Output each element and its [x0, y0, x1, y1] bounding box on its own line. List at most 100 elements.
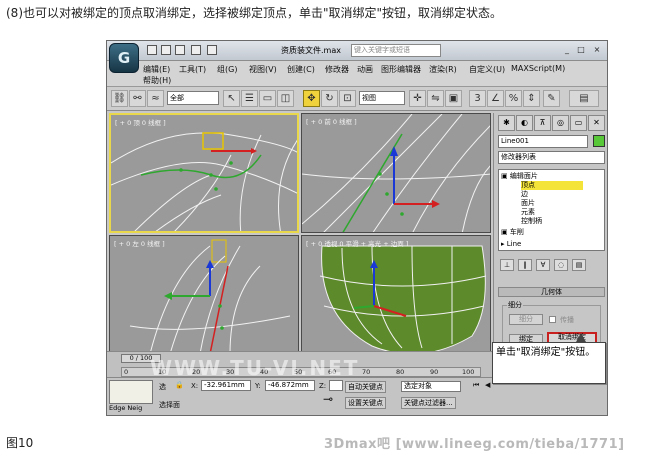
- open-file-icon[interactable]: [161, 45, 171, 55]
- viewport-perspective-label[interactable]: [ + 0 透视 0 平滑 + 高光 + 边面 ]: [306, 238, 408, 248]
- rect-select-icon[interactable]: ▭: [259, 90, 276, 107]
- menu-group[interactable]: 组(G): [217, 64, 237, 75]
- motion-tab-icon[interactable]: ◎: [552, 115, 569, 131]
- viewport-top[interactable]: [ + 0 顶 0 线框 ]: [109, 113, 299, 233]
- pin-stack-icon[interactable]: ⊥: [500, 259, 514, 271]
- stack-item-edit-patch[interactable]: ▣ 编辑面片: [501, 172, 538, 181]
- prev-frame-icon[interactable]: ◀: [485, 381, 490, 389]
- selection-filter-dropdown[interactable]: 全部: [167, 91, 219, 105]
- new-file-icon[interactable]: [147, 45, 157, 55]
- menu-tools[interactable]: 工具(T): [179, 64, 206, 75]
- key-filters-button[interactable]: 关键点过滤器...: [401, 397, 456, 409]
- menu-bar: 编辑(E) 工具(T) 组(G) 视图(V) 创建(C) 修改器 动画 图形编辑…: [107, 61, 607, 87]
- menu-create[interactable]: 创建(C): [287, 64, 315, 75]
- configure-sets-icon[interactable]: ▤: [572, 259, 586, 271]
- modify-tab-icon[interactable]: ◐: [516, 115, 533, 131]
- viewport-left-label[interactable]: [ + 0 左 0 线框 ]: [114, 238, 165, 248]
- viewport-front-label[interactable]: [ + 0 前 0 线框 ]: [306, 116, 357, 126]
- menu-rendering[interactable]: 渲染(R): [429, 64, 457, 75]
- stack-item-vertex[interactable]: 顶点: [521, 181, 583, 190]
- viewport-left[interactable]: [ + 0 左 0 线框 ]: [109, 235, 299, 353]
- select-icon[interactable]: ↖: [223, 90, 240, 107]
- reference-coord-dropdown[interactable]: 视图: [359, 91, 405, 105]
- menu-edit[interactable]: 编辑(E): [143, 64, 170, 75]
- menu-customize[interactable]: 自定义(U): [469, 64, 505, 75]
- object-name-field[interactable]: Line001: [498, 135, 588, 148]
- subdivide-group-label: 细分: [507, 300, 523, 310]
- geometry-rollout[interactable]: 几何体: [498, 287, 605, 297]
- create-tab-icon[interactable]: ✱: [498, 115, 515, 131]
- maxscript-label: Edge Neig: [109, 404, 143, 412]
- redo-icon[interactable]: [207, 45, 217, 55]
- modifier-list-dropdown[interactable]: 修改器列表: [498, 151, 605, 164]
- subdivide-button[interactable]: 细分: [509, 314, 543, 325]
- instruction-callout: 单击"取消绑定"按钮。: [492, 342, 606, 384]
- utilities-tab-icon[interactable]: ✕: [588, 115, 605, 131]
- set-key-button[interactable]: 设置关键点: [345, 397, 386, 409]
- pivot-icon[interactable]: ✛: [409, 90, 426, 107]
- unlink-icon[interactable]: ⚯: [129, 90, 146, 107]
- menu-views[interactable]: 视图(V): [249, 64, 277, 75]
- stack-item-patch[interactable]: 面片: [521, 199, 535, 208]
- viewport-front-wireframe: [302, 114, 490, 232]
- bind-space-warp-icon[interactable]: ≈: [147, 90, 164, 107]
- viewport-left-wireframe: [129, 239, 291, 352]
- menu-help[interactable]: 帮助(H): [143, 75, 171, 86]
- angle-snap-icon[interactable]: ∠: [487, 90, 504, 107]
- key-icon[interactable]: ⊸: [323, 392, 333, 406]
- menu-animation[interactable]: 动画: [357, 64, 373, 75]
- y-coordinate-field[interactable]: -46.872mm: [265, 380, 315, 391]
- geometry-rollout-title: 几何体: [541, 288, 562, 296]
- stack-item-line[interactable]: ▸ Line: [501, 240, 521, 249]
- go-to-start-icon[interactable]: ⏮: [473, 381, 479, 390]
- link-icon[interactable]: ⛓: [111, 90, 128, 107]
- window-crossing-icon[interactable]: ◫: [277, 90, 294, 107]
- stack-item-handle[interactable]: 控制柄: [521, 217, 542, 226]
- menu-graph-editors[interactable]: 图形编辑器: [381, 64, 421, 75]
- remove-modifier-icon[interactable]: ◌: [554, 259, 568, 271]
- search-input[interactable]: 键入关键字或短语: [351, 44, 441, 57]
- selected-objects-dropdown[interactable]: 选定对象: [401, 381, 461, 392]
- viewport-perspective[interactable]: [ + 0 透视 0 平滑 + 高光 + 边面 ]: [301, 235, 491, 353]
- mirror-icon[interactable]: ⇋: [427, 90, 444, 107]
- hierarchy-tab-icon[interactable]: ⊼: [534, 115, 551, 131]
- render-icon[interactable]: ▤: [569, 90, 599, 107]
- show-end-result-icon[interactable]: ‖: [518, 259, 532, 271]
- align-icon[interactable]: ▣: [445, 90, 462, 107]
- stack-item-lathe[interactable]: ▣ 车削: [501, 228, 524, 237]
- save-file-icon[interactable]: [175, 45, 185, 55]
- snap-icon[interactable]: 3: [469, 90, 486, 107]
- move-icon[interactable]: ✥: [303, 90, 320, 107]
- minimize-button[interactable]: _: [561, 44, 573, 56]
- lock-icon[interactable]: 🔒: [175, 381, 184, 389]
- undo-icon[interactable]: [191, 45, 201, 55]
- menu-modifiers[interactable]: 修改器: [325, 64, 349, 75]
- maximize-button[interactable]: □: [575, 44, 587, 56]
- scale-icon[interactable]: ⊡: [339, 90, 356, 107]
- tick-label: 0: [124, 368, 129, 376]
- callout-arrow: [576, 333, 586, 342]
- propagate-checkbox[interactable]: [549, 316, 556, 323]
- auto-key-button[interactable]: 自动关键点: [345, 381, 386, 393]
- stack-item-edge[interactable]: 边: [521, 190, 528, 199]
- x-coordinate-field[interactable]: -32.961mm: [201, 380, 251, 391]
- display-tab-icon[interactable]: ▭: [570, 115, 587, 131]
- make-unique-icon[interactable]: ∀: [536, 259, 550, 271]
- viewport-front[interactable]: [ + 0 前 0 线框 ]: [301, 113, 491, 233]
- z-coordinate-field[interactable]: [329, 380, 343, 391]
- modifier-stack[interactable]: ▣ 编辑面片 顶点 边 面片 元素 控制柄 ▣ 车削 ▸ Line: [498, 169, 605, 251]
- maxscript-listener[interactable]: [109, 380, 153, 404]
- app-logo[interactable]: G: [109, 43, 139, 73]
- menu-maxscript[interactable]: MAXScript(M): [511, 64, 565, 73]
- named-selection-icon[interactable]: ✎: [543, 90, 560, 107]
- viewport-top-label[interactable]: [ + 0 顶 0 线框 ]: [115, 117, 166, 127]
- select-by-name-icon[interactable]: ☰: [241, 90, 258, 107]
- percent-snap-icon[interactable]: %: [505, 90, 522, 107]
- caption-top: (8)也可以对被绑定的顶点取消绑定，选择被绑定顶点，单击"取消绑定"按钮，取消绑…: [6, 6, 503, 20]
- stack-item-element[interactable]: 元素: [521, 208, 535, 217]
- spinner-snap-icon[interactable]: ⇕: [523, 90, 540, 107]
- object-color-swatch[interactable]: [593, 135, 605, 147]
- selection-filter-value: 全部: [170, 94, 184, 102]
- close-button[interactable]: ×: [591, 44, 603, 56]
- rotate-icon[interactable]: ↻: [321, 90, 338, 107]
